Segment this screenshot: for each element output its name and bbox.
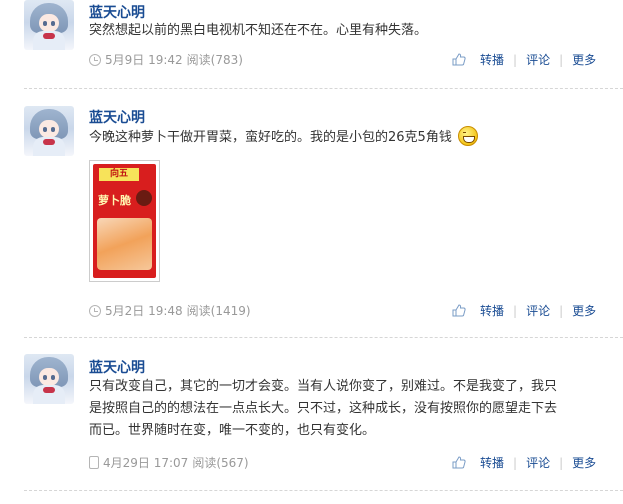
post-text-line: 而已。世界随时在变，唯一不变的，也只有变化。 — [89, 423, 376, 438]
repost-button[interactable]: 转播 — [480, 454, 504, 471]
read-count: 阅读(783) — [186, 53, 243, 67]
author-name[interactable]: 蓝天心明 — [89, 2, 145, 22]
post-meta: 4月29日 17:07 阅读(567) — [89, 454, 249, 471]
thumbs-up-icon[interactable] — [452, 53, 466, 66]
post-date[interactable]: 5月2日 19:48 — [105, 302, 183, 319]
post-text-line: 只有改变自己，其它的一切才会变。当有人说你变了，别难过。不是我变了，我只 — [89, 379, 558, 394]
more-button[interactable]: 更多 — [572, 302, 596, 319]
post-text-line: 是按照自己的的想法在一点点长大。只不过，这种成长，没有按照你的愿望走下去 — [89, 401, 558, 416]
post-date[interactable]: 5月9日 19:42 — [105, 51, 183, 68]
photo-brand: 向五 — [99, 168, 139, 181]
repost-button[interactable]: 转播 — [480, 51, 504, 68]
post-meta: 5月2日 19:48 阅读(1419) — [89, 302, 251, 319]
divider — [24, 337, 623, 338]
post-actions: 转播 | 评论 | 更多 — [452, 51, 596, 68]
post-text: 今晚这种萝卜干做开胃菜，蛮好吃的。我的是小包的26克5角钱 — [89, 130, 452, 145]
author-name[interactable]: 蓝天心明 — [89, 357, 145, 377]
phone-icon — [89, 456, 99, 469]
comment-button[interactable]: 评论 — [526, 454, 550, 471]
divider — [24, 88, 623, 89]
comment-button[interactable]: 评论 — [526, 302, 550, 319]
photo-title: 萝卜脆 — [98, 194, 131, 207]
read-count: 阅读(567) — [192, 456, 249, 470]
author-name[interactable]: 蓝天心明 — [89, 107, 145, 127]
more-button[interactable]: 更多 — [572, 454, 596, 471]
post-text: 突然想起以前的黑白电视机不知还在不在。心里有种失落。 — [89, 23, 428, 38]
avatar[interactable] — [24, 354, 74, 404]
clock-icon — [89, 304, 101, 317]
clock-icon — [89, 53, 101, 66]
grin-emoji-icon — [457, 126, 478, 146]
thumbs-up-icon[interactable] — [452, 304, 466, 317]
post-actions: 转播 | 评论 | 更多 — [452, 454, 596, 471]
snack-package-image: 向五 萝卜脆 — [93, 164, 156, 278]
thumbs-up-icon[interactable] — [452, 456, 466, 469]
post-meta: 5月9日 19:42 阅读(783) — [89, 51, 243, 68]
post-photo[interactable]: 向五 萝卜脆 — [89, 160, 160, 282]
post-text-line: 今晚这种萝卜干做开胃菜，蛮好吃的。我的是小包的26克5角钱 — [89, 126, 609, 149]
more-button[interactable]: 更多 — [572, 51, 596, 68]
post-actions: 转播 | 评论 | 更多 — [452, 302, 596, 319]
post-text: 只有改变自己，其它的一切才会变。当有人说你变了，别难过。不是我变了，我只 是按照… — [89, 376, 609, 442]
read-count: 阅读(1419) — [186, 304, 251, 318]
divider — [24, 490, 623, 491]
avatar[interactable] — [24, 0, 74, 50]
repost-button[interactable]: 转播 — [480, 302, 504, 319]
post-date[interactable]: 4月29日 17:07 — [103, 454, 188, 471]
avatar[interactable] — [24, 106, 74, 156]
comment-button[interactable]: 评论 — [526, 51, 550, 68]
